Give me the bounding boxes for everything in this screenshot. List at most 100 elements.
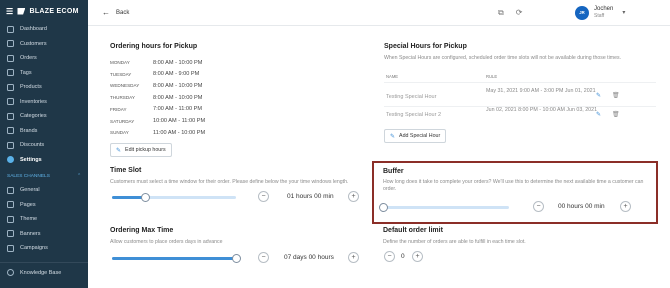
hours-row: MONDAY 8:00 AM - 10:00 PM	[110, 57, 300, 68]
increment-button[interactable]: +	[620, 201, 631, 212]
edit-icon[interactable]: ✎	[596, 111, 601, 118]
sidebar-item-label: General	[20, 187, 40, 194]
hours-time: 8:00 AM - 10:00 PM	[153, 94, 203, 101]
default-order-limit-value[interactable]: 0	[401, 253, 405, 260]
sidebar-item-banners[interactable]: Banners	[0, 227, 88, 242]
hours-day: TUESDAY	[110, 71, 132, 77]
sidebar-item-brands[interactable]: Brands	[0, 124, 88, 139]
hours-time: 11:00 AM - 10:00 PM	[153, 129, 206, 136]
buffer-slider[interactable]	[378, 202, 509, 212]
edit-icon[interactable]: ✎	[596, 92, 601, 99]
banners-icon	[7, 230, 14, 238]
column-header-name: NAME	[386, 74, 399, 79]
main-content: Ordering hours for Pickup MONDAY 8:00 AM …	[88, 26, 670, 288]
special-hour-name: Testing Special Hour 2	[386, 112, 442, 118]
buffer-desc: How long does it take to complete your o…	[383, 179, 644, 192]
sidebar-item-tags[interactable]: Tags	[0, 66, 88, 81]
decrement-button[interactable]: −	[258, 191, 269, 202]
add-special-hour-button[interactable]: ✎ Add Special Hour	[384, 129, 447, 143]
products-icon	[7, 83, 14, 91]
theme-icon	[7, 215, 14, 223]
hours-day: WEDNESDAY	[110, 83, 140, 89]
decrement-button[interactable]: −	[533, 201, 544, 212]
hours-day: FRIDAY	[110, 106, 127, 112]
user-name: Jochen	[594, 6, 614, 12]
hours-time: 7:00 AM - 11:00 PM	[153, 106, 203, 113]
slider-handle[interactable]	[140, 192, 150, 202]
time-slot-title: Time Slot	[110, 167, 142, 174]
dashboard-icon	[7, 25, 14, 33]
special-hour-rule: Jun 02, 2021 8:00 PM - 10:00 AM Jun 03, …	[486, 107, 598, 113]
special-hours-desc: When Special Hours are configured, sched…	[384, 55, 622, 61]
time-slot-slider[interactable]	[112, 192, 236, 202]
inventory-icon	[7, 98, 14, 106]
hours-day: SUNDAY	[110, 130, 129, 136]
refresh-icon[interactable]: ⟳	[516, 8, 523, 18]
hours-day: MONDAY	[110, 60, 130, 65]
hours-row: SUNDAY 11:00 AM - 10:00 PM	[110, 127, 300, 138]
sidebar-item-discounts[interactable]: Discounts	[0, 138, 88, 153]
sidebar-item-campaigns[interactable]: Campaigns	[0, 241, 88, 256]
sales-channels-header[interactable]: SALES CHANNELS ⌃	[0, 169, 88, 183]
back-button[interactable]: ← Back	[102, 8, 129, 17]
help-icon	[7, 269, 14, 277]
slider-handle[interactable]	[378, 202, 388, 212]
hours-time: 10:00 AM - 11:00 PM	[153, 118, 206, 124]
chevron-down-icon: ▾	[622, 10, 626, 16]
special-hour-name: Testing Special Hour	[386, 94, 437, 100]
sidebar-item-general[interactable]: General	[0, 183, 88, 198]
increment-button[interactable]: +	[348, 252, 359, 263]
categories-icon	[7, 112, 14, 120]
topbar: ← Back ⧉ ⟳ JR Jochen Staff ▾	[88, 0, 670, 26]
sidebar-item-pages[interactable]: Pages	[0, 198, 88, 213]
hours-row: THURSDAY 8:00 AM - 10:00 PM	[110, 92, 300, 103]
edit-icon: ✎	[390, 133, 396, 140]
sidebar-item-label: Dashboard	[20, 26, 47, 33]
sidebar-item-products[interactable]: Products	[0, 80, 88, 95]
sidebar-item-orders[interactable]: Orders	[0, 51, 88, 66]
sidebar-item-settings[interactable]: Settings	[0, 153, 88, 168]
hours-time: 8:00 AM - 10:00 PM	[153, 59, 203, 66]
avatar: JR	[575, 5, 589, 20]
pages-icon	[7, 201, 14, 209]
buffer-title: Buffer	[383, 168, 404, 175]
edit-pickup-hours-button[interactable]: ✎ Edit pickup hours	[110, 143, 172, 157]
decrement-button[interactable]: −	[258, 252, 269, 263]
trash-icon[interactable]: 🗑	[612, 92, 620, 99]
sidebar-item-label: Discounts	[20, 142, 45, 149]
brands-icon	[7, 127, 14, 135]
hours-row: SATURDAY 10:00 AM - 11:00 PM	[110, 116, 300, 127]
time-slot-value: 01 hours 00 min	[287, 193, 334, 200]
user-menu[interactable]: JR Jochen Staff ▾	[575, 5, 626, 20]
sidebar-item-theme[interactable]: Theme	[0, 212, 88, 227]
sidebar: ☰ BLAZE ECOM Dashboard Customers Orders Tag…	[0, 0, 88, 288]
table-divider	[384, 82, 656, 83]
sidebar-item-knowledge-base[interactable]: Knowledge Base	[0, 266, 88, 281]
hours-row: WEDNESDAY 8:00 AM - 10:00 PM	[110, 80, 300, 91]
campaigns-icon	[7, 244, 14, 252]
general-icon	[7, 186, 14, 194]
sidebar-item-label: Settings	[20, 156, 42, 163]
increment-button[interactable]: +	[348, 191, 359, 202]
trash-icon[interactable]: 🗑	[612, 111, 620, 118]
buffer-value: 00 hours 00 min	[558, 203, 605, 210]
menu-icon[interactable]: ☰	[6, 7, 13, 16]
sidebar-item-label: Orders	[20, 55, 37, 62]
sidebar-item-label: Theme	[20, 216, 38, 223]
orders-icon	[7, 54, 14, 62]
edit-icon: ✎	[116, 147, 122, 154]
gear-icon	[7, 156, 14, 164]
sidebar-item-inventories[interactable]: Inventories	[0, 95, 88, 110]
ordering-max-time-slider[interactable]	[112, 253, 241, 263]
sidebar-item-label: Categories	[20, 113, 47, 120]
export-icon[interactable]: ⧉	[498, 8, 504, 18]
decrement-button[interactable]: −	[384, 251, 395, 262]
increment-button[interactable]: +	[412, 251, 423, 262]
brand-logo[interactable]: ☰ BLAZE ECOM	[0, 0, 88, 22]
sidebar-item-categories[interactable]: Categories	[0, 109, 88, 124]
sidebar-item-customers[interactable]: Customers	[0, 37, 88, 52]
slider-handle[interactable]	[231, 253, 241, 263]
sidebar-item-dashboard[interactable]: Dashboard	[0, 22, 88, 37]
ordering-max-time-desc: Allow customers to place orders days in …	[110, 239, 223, 245]
sidebar-item-label: Tags	[20, 69, 32, 76]
